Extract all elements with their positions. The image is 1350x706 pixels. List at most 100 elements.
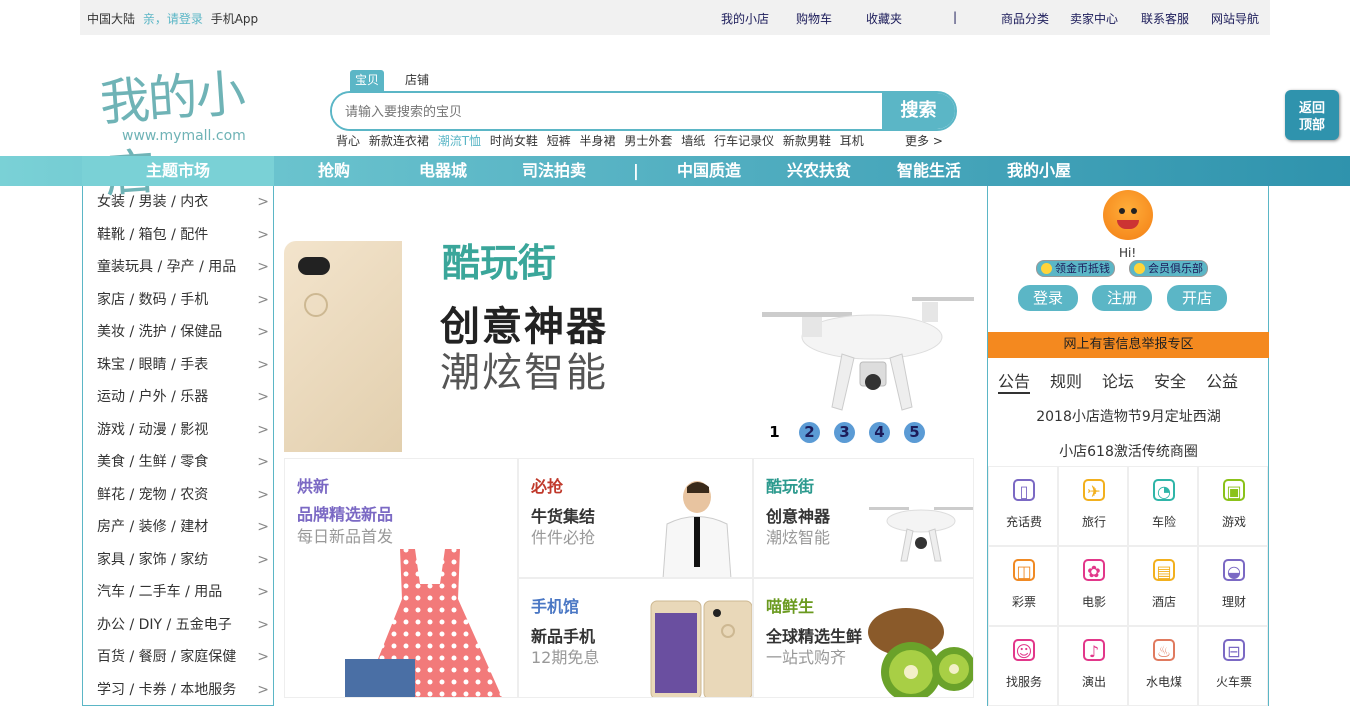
promo-sub: 12期免息 [531,644,599,668]
service-item[interactable]: ◒理财 [1198,546,1268,626]
user-avatar[interactable] [1103,190,1153,240]
service-item[interactable]: ♨水电煤 [1128,626,1198,706]
category-item[interactable]: 美食 / 生鲜 / 零食> [83,446,273,479]
hero-banner[interactable]: 酷玩街 创意神器 潮炫智能 1 2 3 4 5 [284,196,974,452]
hot-keyword[interactable]: 男士外套 [624,134,672,148]
hot-keyword[interactable]: 半身裙 [580,134,616,148]
service-icon: ☺ [1013,639,1035,661]
member-club-pill[interactable]: 会员俱乐部 [1129,260,1208,277]
tab-forum[interactable]: 论坛 [1102,368,1134,392]
promo-tag: 必抢 [531,473,563,497]
category-item[interactable]: 鲜花 / 宠物 / 农资> [83,479,273,512]
banner-dot[interactable]: 2 [799,422,820,443]
tab-notice[interactable]: 公告 [998,368,1030,394]
top-link-site-nav[interactable]: 网站导航 [1211,10,1259,27]
category-item[interactable]: 百货 / 餐厨 / 家庭保健> [83,641,273,674]
user-panel: Hi! 领金币抵钱 会员俱乐部 登录 注册 开店 网上有害信息举报专区 公告 规… [987,186,1269,706]
banner-dot[interactable]: 4 [869,422,890,443]
service-item[interactable]: ✿电影 [1058,546,1128,626]
avatar-mouth [1117,220,1139,229]
nav-item-appliances[interactable]: 电器城 [419,156,467,186]
category-item[interactable]: 游戏 / 动漫 / 影视> [83,414,273,447]
hot-keyword[interactable]: 新款连衣裙 [369,134,429,148]
search-input[interactable] [332,93,884,129]
top-link-favorites[interactable]: 收藏夹 [866,10,902,27]
category-item[interactable]: 女装 / 男装 / 内衣> [83,186,273,219]
promo-must-buy[interactable]: 必抢 牛货集结 件件必抢 [518,458,753,578]
promo-fresh[interactable]: 喵鲜生 全球精选生鲜 一站式购齐 [753,578,974,698]
nav-item-rural[interactable]: 兴农扶贫 [787,156,851,186]
category-item[interactable]: 家具 / 家饰 / 家纺> [83,544,273,577]
category-item[interactable]: 鞋靴 / 箱包 / 配件> [83,219,273,252]
category-item[interactable]: 家店 / 数码 / 手机> [83,284,273,317]
banner-dot[interactable]: 5 [904,422,925,443]
top-link-cart[interactable]: 购物车 [796,10,832,27]
top-link-contact[interactable]: 联系客服 [1141,10,1189,27]
category-item[interactable]: 汽车 / 二手车 / 用品> [83,576,273,609]
tab-rules[interactable]: 规则 [1050,368,1082,392]
login-link[interactable]: 亲，请登录 [143,12,203,26]
open-shop-button[interactable]: 开店 [1167,285,1227,311]
chevron-right-icon: > [257,479,269,512]
nav-item-smart-life[interactable]: 智能生活 [897,156,961,186]
chevron-right-icon: > [257,544,269,577]
hot-keyword[interactable]: 墙纸 [681,134,705,148]
category-title[interactable]: 主题市场 [82,156,274,186]
report-banner[interactable]: 网上有害信息举报专区 [988,332,1269,358]
hot-keyword[interactable]: 新款男鞋 [783,134,831,148]
service-item[interactable]: ▯充话费 [988,466,1058,546]
news-item[interactable]: 小店618激活传统商圈 [988,441,1269,461]
chevron-right-icon: > [257,316,269,349]
site-logo[interactable]: 我的小店 www.mymall.com [100,58,250,150]
service-item[interactable]: ⊟火车票 [1198,626,1268,706]
tab-charity[interactable]: 公益 [1206,368,1238,392]
top-bar-left: 中国大陆 亲，请登录 手机App [87,10,262,27]
category-item[interactable]: 办公 / DIY / 五金电子> [83,609,273,642]
category-label: 鞋靴 / 箱包 / 配件 [97,227,208,243]
service-item[interactable]: ♪演出 [1058,626,1128,706]
login-button[interactable]: 登录 [1018,285,1078,311]
category-item[interactable]: 美妆 / 洗护 / 保健品> [83,316,273,349]
tab-security[interactable]: 安全 [1154,368,1186,392]
promo-cool-gadgets[interactable]: 酷玩街 创意神器 潮炫智能 [753,458,974,578]
promo-new-arrivals[interactable]: 烘新 品牌精选新品 每日新品首发 [284,458,518,698]
search-tab-items[interactable]: 宝贝 [350,70,384,91]
category-item[interactable]: 房产 / 装修 / 建材> [83,511,273,544]
search-button[interactable]: 搜索 [882,93,955,129]
banner-dot[interactable]: 1 [764,422,785,443]
nav-item-china-made[interactable]: 中国质造 [677,156,741,186]
promo-phones[interactable]: 手机馆 新品手机 12期免息 [518,578,753,698]
hot-keyword[interactable]: 背心 [336,134,360,148]
logo-url: www.mymall.com [122,128,246,144]
category-item[interactable]: 学习 / 卡券 / 本地服务> [83,674,273,706]
coin-pill[interactable]: 领金币抵钱 [1036,260,1115,277]
service-item[interactable]: ▣游戏 [1198,466,1268,546]
hot-keyword[interactable]: 行车记录仪 [714,134,774,148]
hot-keyword[interactable]: 耳机 [840,134,864,148]
search-tab-shops[interactable]: 店铺 [405,70,445,91]
region-selector[interactable]: 中国大陆 [87,12,135,26]
nav-item-flash-sale[interactable]: 抢购 [318,156,350,186]
service-item[interactable]: ◔车险 [1128,466,1198,546]
top-link-seller-center[interactable]: 卖家中心 [1070,10,1118,27]
top-link-my-store[interactable]: 我的小店 [721,10,769,27]
hot-keyword[interactable]: 短裤 [547,134,571,148]
register-button[interactable]: 注册 [1092,285,1152,311]
nav-item-my-house[interactable]: 我的小屋 [1007,156,1071,186]
service-item[interactable]: ▤酒店 [1128,546,1198,626]
mobile-app-link[interactable]: 手机App [211,12,258,26]
category-item[interactable]: 运动 / 户外 / 乐器> [83,381,273,414]
nav-item-auction[interactable]: 司法拍卖 [522,156,586,186]
service-item[interactable]: ✈旅行 [1058,466,1128,546]
news-item[interactable]: 2018小店造物节9月定址西湖 [988,406,1269,426]
hot-keyword[interactable]: 潮流T恤 [438,134,481,148]
banner-dot[interactable]: 3 [834,422,855,443]
category-item[interactable]: 珠宝 / 眼睛 / 手表> [83,349,273,382]
category-item[interactable]: 童装玩具 / 孕产 / 用品> [83,251,273,284]
service-item[interactable]: ☺找服务 [988,626,1058,706]
top-link-categories[interactable]: 商品分类 [1001,10,1049,27]
hot-keyword[interactable]: 时尚女鞋 [490,134,538,148]
hot-more-link[interactable]: 更多 > [905,132,943,149]
back-to-top-button[interactable]: 返回 顶部 [1285,90,1339,140]
service-item[interactable]: ◫彩票 [988,546,1058,626]
